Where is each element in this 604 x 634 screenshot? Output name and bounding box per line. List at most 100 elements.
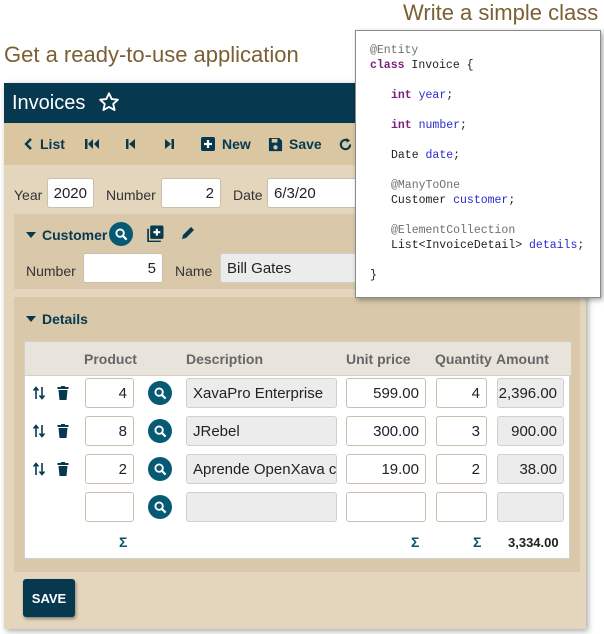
refresh-icon bbox=[339, 137, 352, 150]
refresh-button[interactable] bbox=[338, 134, 353, 154]
code-class-name: Invoice { bbox=[404, 59, 474, 72]
code-field-name: number bbox=[418, 119, 461, 132]
previous-icon bbox=[126, 139, 135, 149]
code-keyword: class bbox=[370, 59, 405, 72]
customer-toggle[interactable]: Customer bbox=[26, 227, 107, 243]
code-field-line: int number; bbox=[391, 119, 467, 132]
search-customer-button[interactable] bbox=[109, 222, 133, 246]
quantity-input[interactable]: 3 bbox=[436, 416, 487, 446]
customer-number-label: Number bbox=[26, 263, 76, 279]
reorder-icon[interactable] bbox=[33, 386, 45, 400]
search-product-button[interactable] bbox=[148, 495, 172, 519]
quantity-input[interactable]: 2 bbox=[436, 454, 487, 484]
trash-icon[interactable] bbox=[57, 462, 69, 476]
previous-button[interactable] bbox=[125, 134, 137, 154]
search-icon bbox=[153, 500, 166, 513]
details-section-label: Details bbox=[42, 311, 88, 327]
quantity-sum-icon[interactable]: Σ bbox=[473, 534, 481, 550]
code-type: List<InvoiceDetail> bbox=[391, 239, 523, 252]
code-field-line: Customer customer; bbox=[391, 194, 516, 207]
next-button[interactable] bbox=[163, 134, 175, 154]
col-amount: Amount bbox=[496, 351, 549, 367]
unit-price-input[interactable] bbox=[346, 492, 426, 522]
col-product: Product bbox=[84, 351, 137, 367]
page-title: Invoices bbox=[12, 92, 86, 114]
caret-down-icon bbox=[26, 315, 36, 322]
search-icon bbox=[153, 462, 166, 475]
code-field-name: customer bbox=[453, 194, 509, 207]
caret-down-icon bbox=[26, 231, 36, 238]
product-sum-icon[interactable]: Σ bbox=[119, 534, 127, 550]
add-customer-icon[interactable] bbox=[147, 225, 164, 242]
trash-icon[interactable] bbox=[57, 386, 69, 400]
search-icon bbox=[114, 227, 127, 240]
product-input[interactable]: 4 bbox=[85, 378, 134, 408]
search-icon bbox=[153, 424, 166, 437]
code-type: Customer bbox=[391, 194, 447, 207]
save-label: Save bbox=[289, 136, 322, 152]
product-input[interactable]: 8 bbox=[85, 416, 134, 446]
reorder-icon[interactable] bbox=[33, 424, 45, 438]
save-toolbar-button[interactable]: Save bbox=[268, 134, 322, 154]
quantity-input[interactable] bbox=[436, 492, 487, 522]
unit-price-sum-icon[interactable]: Σ bbox=[411, 534, 419, 550]
first-button[interactable] bbox=[84, 134, 100, 154]
col-quantity: Quantity bbox=[435, 351, 492, 367]
unit-price-input[interactable]: 300.00 bbox=[346, 416, 426, 446]
trash-icon[interactable] bbox=[57, 424, 69, 438]
code-field-name: details bbox=[529, 239, 578, 252]
floppy-icon bbox=[268, 137, 283, 151]
pencil-icon[interactable] bbox=[180, 225, 196, 241]
date-label: Date bbox=[233, 187, 263, 203]
year-input[interactable]: 2020 bbox=[47, 178, 94, 208]
code-keyword: int bbox=[391, 89, 412, 102]
reorder-icon[interactable] bbox=[33, 462, 45, 476]
new-button[interactable]: New bbox=[200, 134, 251, 154]
customer-number-input[interactable]: 5 bbox=[83, 253, 163, 283]
details-table: Product Description Unit price Quantity … bbox=[24, 341, 571, 559]
save-button[interactable]: SAVE bbox=[23, 579, 75, 617]
description-field: JRebel bbox=[186, 416, 337, 446]
code-annotation: @ManyToOne bbox=[391, 179, 461, 192]
heading-right: Write a simple class bbox=[403, 0, 599, 25]
first-icon bbox=[85, 139, 99, 149]
code-field-line: Date date; bbox=[391, 149, 461, 162]
unit-price-input[interactable]: 19.00 bbox=[346, 454, 426, 484]
details-toggle[interactable]: Details bbox=[26, 311, 88, 327]
list-button[interactable]: List bbox=[24, 134, 65, 154]
code-field-name: date bbox=[425, 149, 454, 162]
code-field-name: year bbox=[418, 89, 447, 102]
chevron-left-icon bbox=[24, 138, 32, 150]
code-annotation: @ElementCollection bbox=[391, 224, 516, 237]
description-field: Aprende OpenXava co bbox=[186, 454, 337, 484]
code-annotation: @Entity bbox=[370, 44, 419, 57]
amount-field: 38.00 bbox=[497, 454, 564, 484]
search-product-button[interactable] bbox=[148, 381, 172, 405]
code-keyword: int bbox=[391, 119, 412, 132]
search-product-button[interactable] bbox=[148, 419, 172, 443]
new-label: New bbox=[222, 136, 251, 152]
search-product-button[interactable] bbox=[148, 457, 172, 481]
col-description: Description bbox=[186, 351, 264, 367]
description-field: XavaPro Enterprise bbox=[186, 378, 337, 408]
code-closing-brace: } bbox=[370, 269, 377, 282]
product-input[interactable]: 2 bbox=[85, 454, 134, 484]
year-label: Year bbox=[14, 187, 43, 203]
product-input[interactable] bbox=[85, 492, 134, 522]
unit-price-input[interactable]: 599.00 bbox=[346, 378, 426, 408]
code-class-line: class Invoice { bbox=[370, 59, 474, 72]
next-icon bbox=[165, 139, 174, 149]
col-unit-price: Unit price bbox=[346, 351, 411, 367]
add-box-icon bbox=[201, 137, 215, 151]
code-panel: @Entity class Invoice { int year; int nu… bbox=[355, 30, 601, 298]
amount-field: 2,396.00 bbox=[497, 378, 564, 408]
number-input[interactable]: 2 bbox=[161, 178, 221, 208]
code-field-line: List<InvoiceDetail> details; bbox=[391, 239, 585, 252]
amount-total: 3,334.00 bbox=[508, 535, 559, 550]
customer-section-label: Customer bbox=[42, 227, 108, 243]
amount-field: 900.00 bbox=[497, 416, 564, 446]
code-type: Date bbox=[391, 149, 419, 162]
star-icon[interactable] bbox=[98, 91, 120, 113]
quantity-input[interactable]: 4 bbox=[436, 378, 487, 408]
date-input[interactable]: 6/3/20 bbox=[267, 178, 359, 208]
